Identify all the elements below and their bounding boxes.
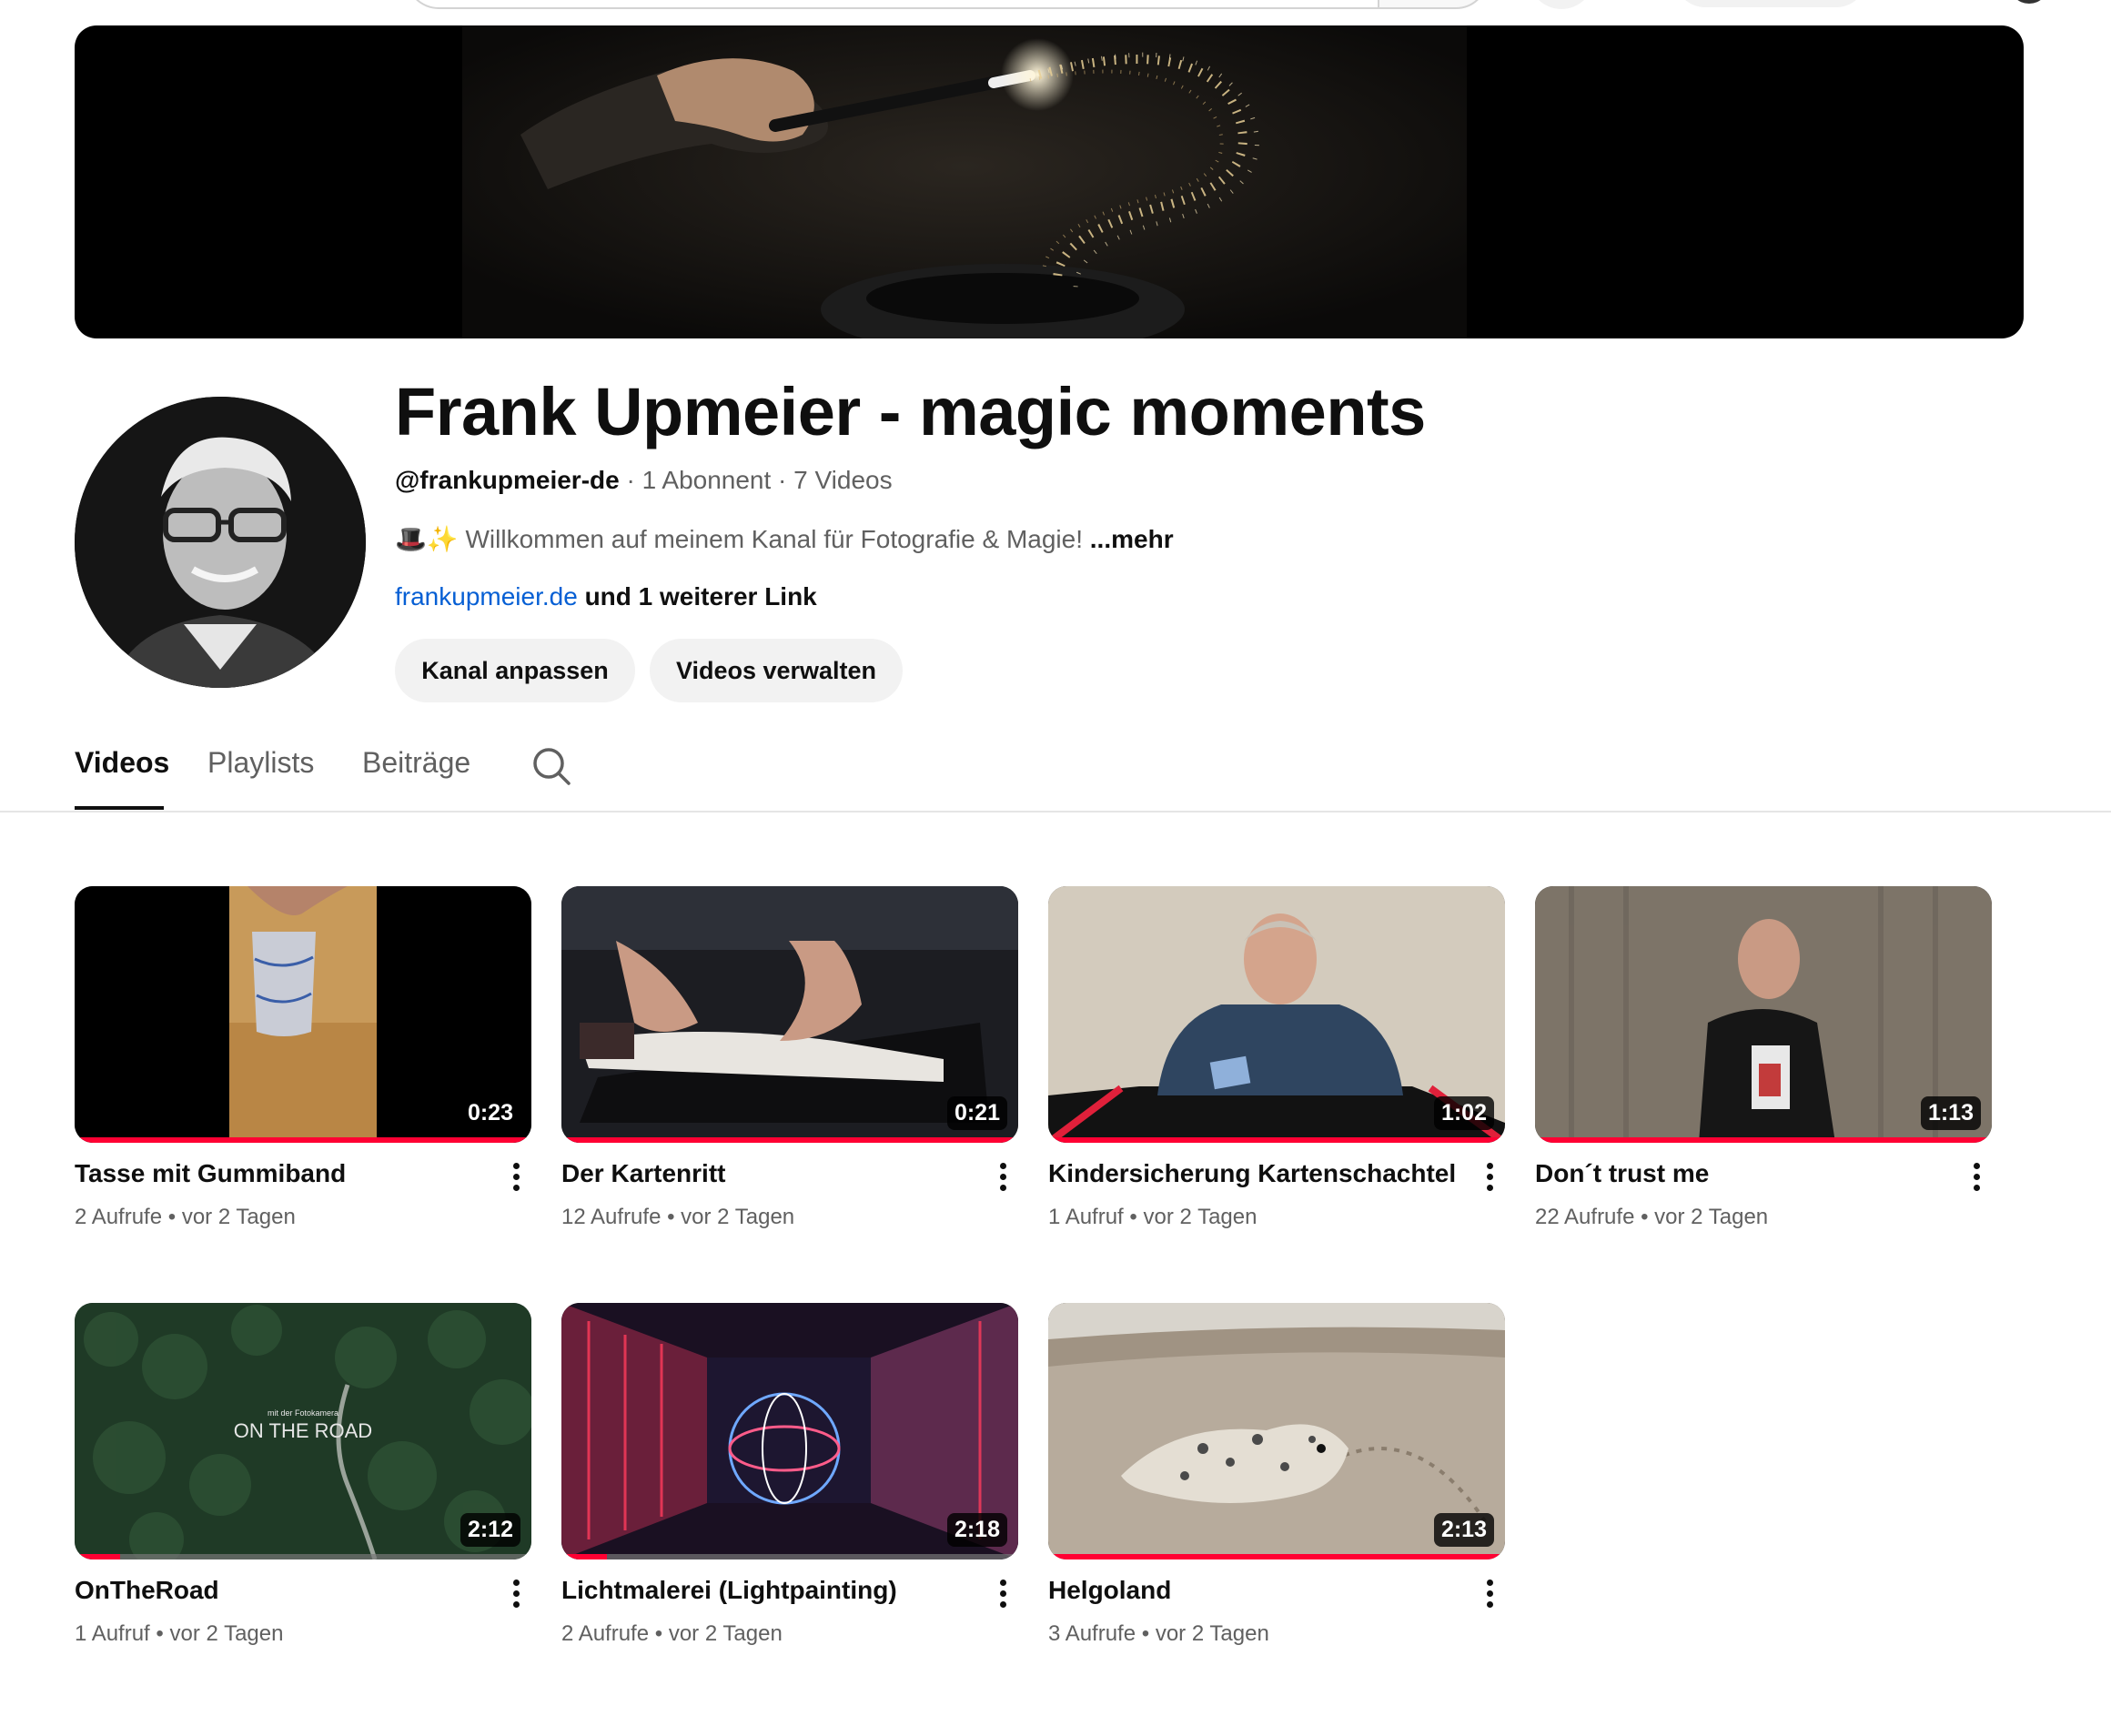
upload-age: vor 2 Tagen bbox=[1143, 1205, 1258, 1229]
search-icon[interactable] bbox=[531, 746, 571, 786]
video-thumbnail[interactable]: 2:18 bbox=[561, 1303, 1018, 1559]
upload-age: vor 2 Tagen bbox=[181, 1205, 296, 1229]
video-thumbnail[interactable]: 1:13 bbox=[1535, 886, 1992, 1143]
customize-channel-button[interactable]: Kanal anpassen bbox=[395, 639, 635, 702]
video-meta: 12 Aufrufe • vor 2 Tagen bbox=[561, 1205, 795, 1229]
video-duration: 0:23 bbox=[460, 1096, 520, 1130]
search-input[interactable] bbox=[406, 0, 1378, 9]
more-vert-icon[interactable] bbox=[1963, 1157, 1990, 1197]
video-duration: 0:21 bbox=[946, 1096, 1007, 1130]
more-vert-icon[interactable] bbox=[1476, 1574, 1503, 1614]
upload-age: vor 2 Tagen bbox=[681, 1205, 795, 1229]
description-more-link[interactable]: ...mehr bbox=[1090, 525, 1174, 553]
view-count: 1 Aufruf bbox=[1048, 1205, 1124, 1229]
channel-avatar[interactable] bbox=[75, 397, 366, 688]
video-title[interactable]: Helgoland bbox=[1048, 1576, 1171, 1605]
video-title[interactable]: Kindersicherung Kartenschachtel bbox=[1048, 1159, 1456, 1188]
tab-posts[interactable]: Beiträge bbox=[362, 746, 470, 812]
view-count: 3 Aufrufe bbox=[1048, 1621, 1136, 1646]
more-links-link[interactable]: und 1 weiterer Link bbox=[578, 582, 817, 611]
view-count: 2 Aufrufe bbox=[561, 1621, 650, 1646]
view-count: 1 Aufruf bbox=[75, 1621, 150, 1646]
thumbnail-small-text: mit der Fotokamera bbox=[268, 1408, 338, 1418]
upload-age: vor 2 Tagen bbox=[1155, 1621, 1269, 1646]
video-title[interactable]: Der Kartenritt bbox=[561, 1159, 725, 1188]
video-meta: 3 Aufrufe • vor 2 Tagen bbox=[1048, 1621, 1269, 1646]
more-vert-icon[interactable] bbox=[502, 1574, 530, 1614]
search-button[interactable] bbox=[1378, 0, 1489, 9]
view-count: 2 Aufrufe bbox=[75, 1205, 163, 1229]
channel-meta: @frankupmeier-de · 1 Abonnent · 7 Videos bbox=[395, 466, 893, 495]
video-thumbnail[interactable]: 0:23 bbox=[75, 886, 531, 1143]
upload-age: vor 2 Tagen bbox=[668, 1621, 783, 1646]
watch-progress bbox=[1535, 1137, 1992, 1143]
video-duration: 1:02 bbox=[1433, 1096, 1494, 1130]
watch-progress-track bbox=[561, 1554, 1018, 1559]
view-count: 22 Aufrufe bbox=[1535, 1205, 1635, 1229]
video-meta: 22 Aufrufe • vor 2 Tagen bbox=[1535, 1205, 1769, 1229]
video-card[interactable]: 1:02 Kindersicherung Kartenschachtel 1 A… bbox=[1048, 886, 1505, 1229]
video-meta: 2 Aufrufe • vor 2 Tagen bbox=[561, 1621, 783, 1646]
tab-videos[interactable]: Videos bbox=[75, 746, 169, 812]
create-button[interactable] bbox=[1674, 0, 1867, 7]
video-card[interactable]: 2:13 Helgoland 3 Aufrufe • vor 2 Tagen bbox=[1048, 1303, 1505, 1646]
video-thumbnail[interactable]: 0:21 bbox=[561, 886, 1018, 1143]
watch-progress bbox=[1048, 1137, 1505, 1143]
video-title[interactable]: OnTheRoad bbox=[75, 1576, 219, 1605]
video-thumbnail[interactable]: mit der Fotokamera ON THE ROAD 2:12 bbox=[75, 1303, 531, 1559]
channel-title: Frank Upmeier - magic moments bbox=[395, 374, 1426, 449]
watch-progress bbox=[561, 1554, 607, 1559]
video-card[interactable]: 0:23 Tasse mit Gummiband 2 Aufrufe • vor… bbox=[75, 886, 531, 1229]
thumbnail-title-text: ON THE ROAD bbox=[234, 1419, 372, 1442]
tabs-divider bbox=[0, 811, 2111, 812]
video-title[interactable]: Tasse mit Gummiband bbox=[75, 1159, 346, 1188]
more-vert-icon[interactable] bbox=[989, 1574, 1016, 1614]
active-tab-indicator bbox=[75, 806, 164, 810]
tab-playlists[interactable]: Playlists bbox=[207, 746, 314, 812]
video-title[interactable]: Don´t trust me bbox=[1535, 1159, 1709, 1188]
upload-age: vor 2 Tagen bbox=[169, 1621, 284, 1646]
video-meta: 1 Aufruf • vor 2 Tagen bbox=[75, 1621, 284, 1646]
channel-description[interactable]: 🎩✨ Willkommen auf meinem Kanal für Fotog… bbox=[395, 524, 1174, 554]
video-card[interactable]: 2:18 Lichtmalerei (Lightpainting) 2 Aufr… bbox=[561, 1303, 1018, 1646]
more-vert-icon[interactable] bbox=[502, 1157, 530, 1197]
more-vert-icon[interactable] bbox=[989, 1157, 1016, 1197]
channel-links: frankupmeier.de und 1 weiterer Link bbox=[395, 582, 817, 611]
upload-age: vor 2 Tagen bbox=[1654, 1205, 1769, 1229]
video-thumbnail[interactable]: 2:13 bbox=[1048, 1303, 1505, 1559]
video-title[interactable]: Lichtmalerei (Lightpainting) bbox=[561, 1576, 897, 1605]
video-duration: 1:13 bbox=[1920, 1096, 1981, 1130]
channel-stats: · 1 Abonnent · 7 Videos bbox=[619, 466, 893, 494]
watch-progress bbox=[75, 1554, 120, 1559]
account-avatar[interactable] bbox=[2009, 0, 2049, 4]
channel-banner bbox=[75, 25, 2024, 338]
voice-search-button[interactable] bbox=[1529, 0, 1594, 9]
video-meta: 2 Aufrufe • vor 2 Tagen bbox=[75, 1205, 296, 1229]
video-duration: 2:18 bbox=[946, 1513, 1007, 1547]
more-vert-icon[interactable] bbox=[1476, 1157, 1503, 1197]
channel-portrait-image bbox=[75, 397, 366, 688]
channel-description-text: 🎩✨ Willkommen auf meinem Kanal für Fotog… bbox=[395, 525, 1090, 553]
manage-videos-button[interactable]: Videos verwalten bbox=[650, 639, 903, 702]
watch-progress bbox=[1048, 1554, 1505, 1559]
video-duration: 2:12 bbox=[460, 1513, 520, 1547]
magic-wand-banner-image bbox=[462, 25, 1467, 338]
view-count: 12 Aufrufe bbox=[561, 1205, 662, 1229]
video-duration: 2:13 bbox=[1433, 1513, 1494, 1547]
channel-handle: @frankupmeier-de bbox=[395, 466, 620, 494]
video-meta: 1 Aufruf • vor 2 Tagen bbox=[1048, 1205, 1258, 1229]
video-thumbnail[interactable]: 1:02 bbox=[1048, 886, 1505, 1143]
watch-progress-track bbox=[75, 1554, 531, 1559]
video-card[interactable]: 1:13 Don´t trust me 22 Aufrufe • vor 2 T… bbox=[1535, 886, 1992, 1229]
watch-progress bbox=[75, 1137, 531, 1143]
masthead bbox=[0, 0, 2111, 13]
video-card[interactable]: mit der Fotokamera ON THE ROAD 2:12 OnTh… bbox=[75, 1303, 531, 1646]
video-card[interactable]: 0:21 Der Kartenritt 12 Aufrufe • vor 2 T… bbox=[561, 886, 1018, 1229]
watch-progress bbox=[561, 1137, 1018, 1143]
channel-website-link[interactable]: frankupmeier.de bbox=[395, 582, 578, 611]
